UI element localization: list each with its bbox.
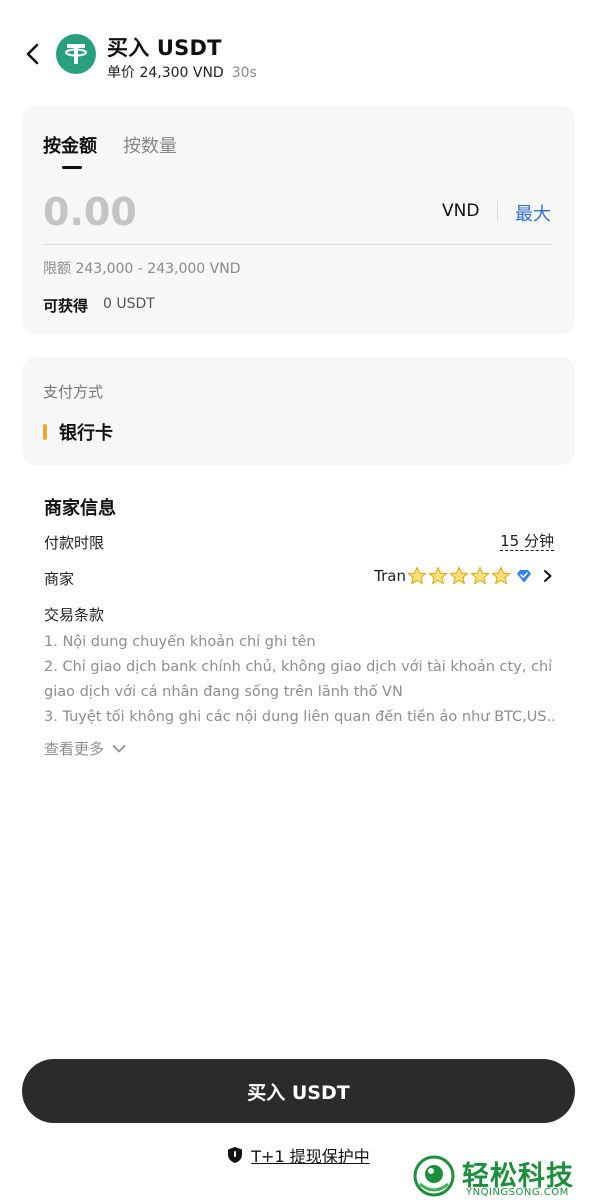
merchant-name: Tran xyxy=(374,567,406,585)
site-watermark: 轻松科技 YNQINGSONG.COM xyxy=(412,1152,597,1200)
watermark-url: YNQINGSONG.COM xyxy=(466,1187,569,1198)
obtain-label: 可获得 xyxy=(43,297,89,315)
terms-line: 2. Chỉ giao dịch bank chính chủ, không g… xyxy=(44,659,553,675)
unit-price-text: 单价 24,300 VND xyxy=(107,65,224,81)
buy-usdt-button[interactable]: 买入 USDT xyxy=(22,1059,575,1123)
tab-by-quantity[interactable]: 按数量 xyxy=(123,132,177,158)
payment-method-marker xyxy=(43,424,47,440)
payment-method-option[interactable]: 银行卡 xyxy=(43,417,113,447)
terms-line: giao dịch với cá nhân đang sống trên lãn… xyxy=(44,684,403,700)
amount-input[interactable] xyxy=(43,188,393,236)
terms-line: 3. Tuyệt tối không ghi các nội dung liên… xyxy=(44,709,554,725)
star-icon xyxy=(449,566,469,585)
merchant-rating xyxy=(407,566,512,586)
star-icon xyxy=(428,566,448,585)
watermark-logo-icon xyxy=(413,1155,455,1197)
payment-time-value-wrap[interactable]: 15 分钟 xyxy=(500,532,554,551)
chevron-right-icon xyxy=(544,570,552,582)
star-icon xyxy=(407,566,427,585)
input-underline xyxy=(43,244,553,245)
back-arrow-icon[interactable] xyxy=(22,42,44,66)
chevron-down-icon xyxy=(112,744,126,752)
withdraw-protection-text[interactable]: T+1 提现保护中 xyxy=(251,1143,369,1167)
terms-title: 交易条款 xyxy=(44,606,105,624)
see-more-label: 查看更多 xyxy=(44,740,105,758)
page-title: 买入 USDT xyxy=(107,36,222,60)
usdt-coin-icon xyxy=(56,34,96,74)
see-more-link[interactable]: 查看更多 xyxy=(44,738,126,759)
terms-line: 1. Nội dung chuyển khoản chỉ ghi tên xyxy=(44,634,316,650)
star-icon xyxy=(470,566,490,585)
active-tab-indicator xyxy=(62,166,82,169)
payment-time-label: 付款时限 xyxy=(44,534,105,552)
payment-time-value: 15 分钟 xyxy=(500,532,554,551)
merchant-label: 商家 xyxy=(44,570,75,588)
amount-card: 按金额 按数量 VND 最大 限额 243,000 - 243,000 VND … xyxy=(22,106,575,334)
payment-method-label: 银行卡 xyxy=(59,423,113,444)
limit-text: 限额 243,000 - 243,000 VND xyxy=(43,261,241,277)
countdown-timer: 30s xyxy=(231,65,257,81)
merchant-info-title: 商家信息 xyxy=(44,498,116,519)
max-button[interactable]: 最大 xyxy=(515,200,551,226)
obtain-value: 0 USDT xyxy=(103,296,155,312)
payment-method-card: 支付方式 银行卡 xyxy=(22,357,575,465)
divider xyxy=(497,201,498,221)
currency-label: VND xyxy=(442,201,480,221)
star-icon xyxy=(491,566,511,585)
verified-diamond-icon xyxy=(517,570,531,583)
header: 买入 USDT 单价 24,300 VND 30s xyxy=(0,28,597,84)
payment-method-title: 支付方式 xyxy=(43,383,104,401)
shield-icon xyxy=(228,1147,243,1163)
unit-price: 单价 24,300 VND 30s xyxy=(107,62,257,82)
merchant-profile-link[interactable]: Tran xyxy=(374,566,554,586)
tab-by-amount[interactable]: 按金额 xyxy=(43,132,97,158)
